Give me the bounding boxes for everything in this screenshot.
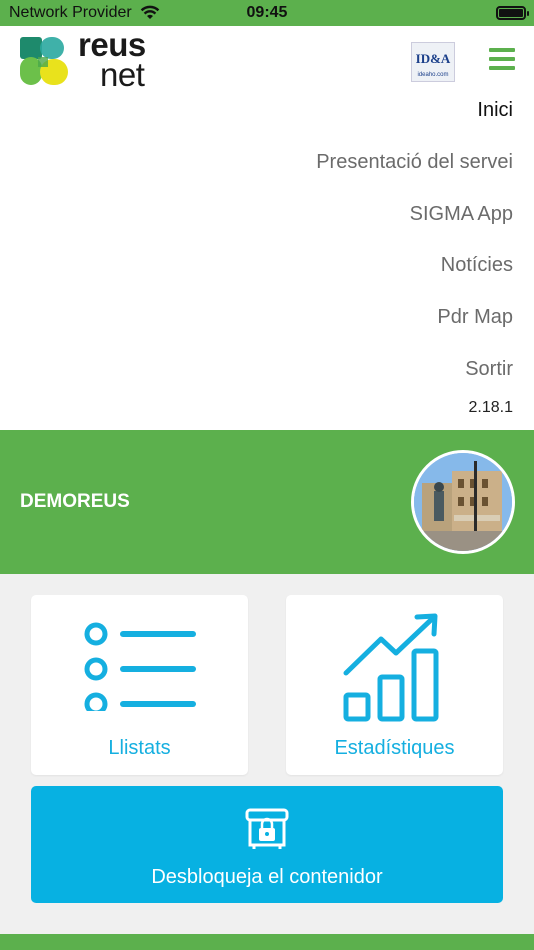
avatar-photo — [414, 453, 512, 551]
menu-item-presentacio[interactable]: Presentació del servei — [316, 151, 513, 174]
app-version: 2.18.1 — [468, 399, 513, 416]
unlock-container-button[interactable]: Desbloqueja el contenidor — [31, 786, 503, 903]
clock: 09:45 — [246, 4, 288, 21]
menu-item-inici[interactable]: Inici — [477, 99, 513, 122]
partner-logo-subtext: ideaho.com — [417, 72, 449, 78]
menu-item-noticies[interactable]: Notícies — [441, 254, 513, 277]
statistics-card[interactable]: Estadístiques — [286, 595, 503, 775]
bottom-bar — [0, 934, 534, 950]
menu-item-sigma-app[interactable]: SIGMA App — [410, 203, 513, 226]
app-header: reus net ID&A ideaho.com — [0, 26, 534, 96]
reusnet-logo: reus net — [20, 28, 170, 91]
list-icon — [84, 622, 196, 711]
side-menu: Inici Presentació del servei SIGMA App N… — [0, 96, 534, 430]
lists-label: Llistats — [108, 737, 171, 759]
reusnet-logo-mark — [20, 37, 68, 85]
unlock-container-label: Desbloqueja el contenidor — [151, 866, 383, 888]
menu-item-sortir[interactable]: Sortir — [465, 358, 513, 381]
status-bar: Network Provider 09:45 — [0, 0, 534, 26]
logo-line2: net — [100, 56, 145, 93]
battery-icon — [496, 6, 529, 20]
chart-icon — [343, 613, 439, 722]
user-name: DEMOREUS — [20, 491, 130, 512]
user-banner: DEMOREUS — [0, 430, 534, 574]
reusnet-wordmark: reus net — [78, 28, 146, 93]
partner-logo-text: ID&A — [415, 51, 451, 66]
partner-logo: ID&A ideaho.com — [411, 42, 455, 82]
dashboard: Llistats Estadístiques Desbloqueja el co… — [0, 574, 534, 934]
hamburger-menu-icon[interactable] — [489, 48, 515, 70]
statistics-label: Estadístiques — [334, 737, 455, 759]
menu-item-pdr-map[interactable]: Pdr Map — [437, 306, 513, 329]
lists-card[interactable]: Llistats — [31, 595, 248, 775]
container-lock-icon — [245, 808, 289, 849]
avatar[interactable] — [411, 450, 515, 554]
